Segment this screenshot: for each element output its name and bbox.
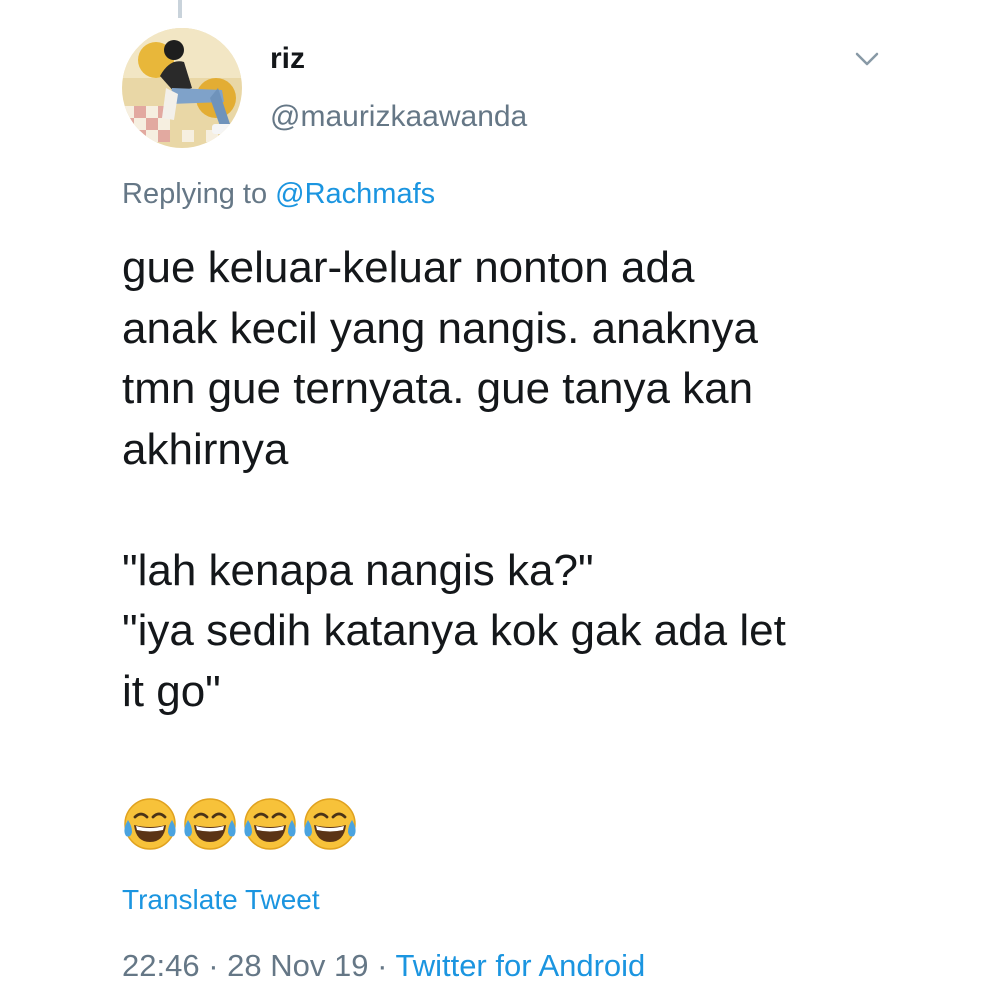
display-name[interactable]: riz	[270, 42, 305, 76]
translate-tweet-link[interactable]: Translate Tweet	[122, 884, 320, 916]
face-with-tears-of-joy-icon	[184, 798, 236, 850]
reply-mention-link[interactable]: @Rachmafs	[275, 178, 435, 210]
thread-connector-line	[178, 0, 182, 18]
tweet-text: gue keluar-keluar nonton ada anak kecil …	[122, 243, 786, 716]
tweet-detail: riz @maurizkaawanda Replying to @Rachmaf…	[0, 0, 1000, 1000]
user-handle[interactable]: @maurizkaawanda	[270, 100, 527, 134]
chevron-down-icon[interactable]	[852, 48, 882, 72]
face-with-tears-of-joy-icon	[304, 798, 356, 850]
emoji-row	[122, 796, 358, 852]
replying-prefix: Replying to	[122, 178, 268, 210]
face-with-tears-of-joy-icon	[244, 798, 296, 850]
avatar[interactable]	[122, 28, 242, 148]
meta-separator: ·	[368, 948, 396, 983]
tweet-metadata: 22:46 · 28 Nov 19 · Twitter for Android	[122, 948, 645, 984]
replying-to: Replying to @Rachmafs	[122, 178, 435, 211]
tweet-source-link[interactable]: Twitter for Android	[395, 948, 645, 983]
avatar-image	[122, 28, 242, 148]
meta-separator: ·	[199, 948, 228, 983]
tweet-time: 22:46	[122, 948, 200, 983]
tweet-date: 28 Nov 19	[227, 948, 369, 983]
face-with-tears-of-joy-icon	[124, 798, 176, 850]
